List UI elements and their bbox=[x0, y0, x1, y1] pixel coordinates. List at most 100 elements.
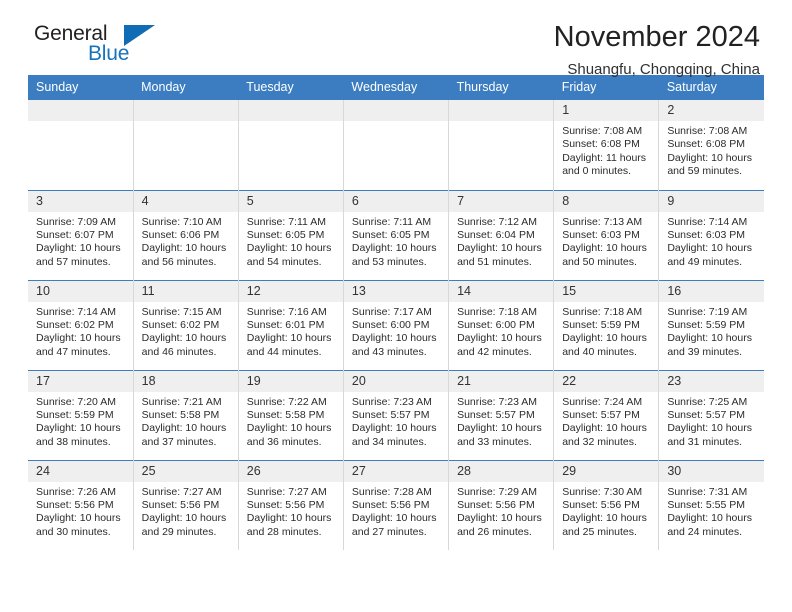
day-number: 10 bbox=[28, 280, 133, 302]
sunset-time: Sunset: 6:03 PM bbox=[667, 228, 745, 241]
sunset-time: Sunset: 5:58 PM bbox=[246, 408, 325, 421]
calendar-cell-day[interactable]: 15 Sunrise: 7:18 AM Sunset: 5:59 PM Dayligh… bbox=[553, 279, 660, 370]
calendar-cell-day[interactable]: 23 Sunrise: 7:25 AM Sunset: 5:57 PM Dayligh… bbox=[658, 369, 764, 460]
daylight-duration-line2: and 0 minutes. bbox=[562, 165, 632, 178]
general-blue-logo[interactable]: General Blue bbox=[28, 22, 168, 74]
day-number: 17 bbox=[28, 370, 133, 392]
calendar-cell-day[interactable]: 13 Sunrise: 7:17 AM Sunset: 6:00 PM Dayligh… bbox=[343, 279, 450, 370]
sunset-time: Sunset: 5:57 PM bbox=[351, 408, 430, 421]
calendar-cell-inner: 4 Sunrise: 7:10 AM Sunset: 6:06 PM Daylight… bbox=[133, 190, 238, 280]
daylight-duration-line1: Daylight: 10 hours bbox=[667, 512, 752, 525]
day-number: 6 bbox=[343, 190, 449, 212]
calendar-cell-day[interactable]: 29 Sunrise: 7:30 AM Sunset: 5:56 PM Dayligh… bbox=[553, 459, 660, 551]
day-number: 11 bbox=[133, 280, 238, 302]
day-details: Sunrise: 7:08 AM Sunset: 6:08 PM Daylight:… bbox=[659, 121, 764, 179]
daylight-duration-line2: and 40 minutes. bbox=[562, 345, 637, 358]
calendar-cell-day[interactable]: 18 Sunrise: 7:21 AM Sunset: 5:58 PM Dayligh… bbox=[133, 369, 239, 460]
calendar-cell-day[interactable]: 22 Sunrise: 7:24 AM Sunset: 5:57 PM Dayligh… bbox=[553, 369, 660, 460]
calendar-cell-day[interactable]: 21 Sunrise: 7:23 AM Sunset: 5:57 PM Dayligh… bbox=[448, 369, 555, 460]
calendar-cell-day[interactable]: 7 Sunrise: 7:12 AM Sunset: 6:04 PM Daylight… bbox=[448, 189, 555, 280]
day-number: 21 bbox=[449, 370, 554, 392]
calendar-cell-day[interactable]: 4 Sunrise: 7:10 AM Sunset: 6:06 PM Daylight… bbox=[133, 189, 239, 280]
sunset-time: Sunset: 5:58 PM bbox=[141, 408, 220, 421]
calendar-cell-inner: 29 Sunrise: 7:30 AM Sunset: 5:56 PM Dayligh… bbox=[554, 460, 659, 551]
calendar-cell-day[interactable]: 20 Sunrise: 7:23 AM Sunset: 5:57 PM Dayligh… bbox=[343, 369, 450, 460]
calendar-cell-day[interactable]: 1 Sunrise: 7:08 AM Sunset: 6:08 PM Daylight… bbox=[553, 100, 660, 190]
weekday-header-tuesday: Tuesday bbox=[238, 75, 344, 100]
sunrise-time: Sunrise: 7:10 AM bbox=[141, 215, 222, 228]
daylight-duration-line2: and 28 minutes. bbox=[246, 525, 322, 538]
daylight-duration-line1: Daylight: 10 hours bbox=[562, 332, 647, 345]
day-number: 12 bbox=[238, 280, 343, 302]
day-details: Sunrise: 7:26 AM Sunset: 5:56 PM Daylight:… bbox=[28, 482, 133, 540]
calendar-cell-inner: 24 Sunrise: 7:26 AM Sunset: 5:56 PM Dayligh… bbox=[28, 460, 133, 551]
calendar-cell-day[interactable]: 11 Sunrise: 7:15 AM Sunset: 6:02 PM Dayligh… bbox=[133, 279, 239, 370]
calendar-cell-day[interactable]: 10 Sunrise: 7:14 AM Sunset: 6:02 PM Dayligh… bbox=[28, 279, 134, 370]
sunset-time: Sunset: 5:57 PM bbox=[457, 408, 535, 421]
day-number: 1 bbox=[554, 100, 659, 121]
daylight-duration-line2: and 32 minutes. bbox=[562, 435, 637, 448]
day-details: Sunrise: 7:14 AM Sunset: 6:02 PM Daylight:… bbox=[28, 302, 133, 360]
calendar-cell-day[interactable]: 6 Sunrise: 7:11 AM Sunset: 6:05 PM Daylight… bbox=[343, 189, 450, 280]
daylight-duration-line2: and 49 minutes. bbox=[667, 255, 743, 268]
calendar-week-row: 3 Sunrise: 7:09 AM Sunset: 6:07 PM Daylight… bbox=[28, 189, 764, 280]
calendar-cell-day[interactable]: 16 Sunrise: 7:19 AM Sunset: 5:59 PM Dayligh… bbox=[658, 279, 764, 370]
calendar-cell-day[interactable]: 24 Sunrise: 7:26 AM Sunset: 5:56 PM Dayligh… bbox=[28, 459, 134, 551]
calendar-cell-empty bbox=[28, 100, 134, 190]
calendar-cell-day[interactable]: 8 Sunrise: 7:13 AM Sunset: 6:03 PM Daylight… bbox=[553, 189, 660, 280]
calendar-week-row: 1 Sunrise: 7:08 AM Sunset: 6:08 PM Daylight… bbox=[28, 100, 764, 190]
calendar-cell-day[interactable]: 14 Sunrise: 7:18 AM Sunset: 6:00 PM Dayligh… bbox=[448, 279, 555, 370]
day-details: Sunrise: 7:23 AM Sunset: 5:57 PM Daylight:… bbox=[449, 392, 553, 450]
calendar-cell-day[interactable]: 30 Sunrise: 7:31 AM Sunset: 5:55 PM Dayligh… bbox=[658, 459, 764, 550]
day-number: 8 bbox=[554, 190, 659, 212]
daylight-duration-line1: Daylight: 10 hours bbox=[351, 332, 437, 345]
calendar-cell-day[interactable]: 5 Sunrise: 7:11 AM Sunset: 6:05 PM Daylight… bbox=[238, 189, 344, 280]
calendar-cell-inner: 10 Sunrise: 7:14 AM Sunset: 6:02 PM Dayligh… bbox=[28, 280, 133, 370]
daylight-duration-line1: Daylight: 10 hours bbox=[36, 422, 121, 435]
sunrise-time: Sunrise: 7:17 AM bbox=[351, 305, 432, 318]
calendar-cell-day[interactable]: 26 Sunrise: 7:27 AM Sunset: 5:56 PM Dayligh… bbox=[238, 459, 344, 550]
calendar-cell-inner: 23 Sunrise: 7:25 AM Sunset: 5:57 PM Dayligh… bbox=[659, 370, 764, 460]
daylight-duration-line1: Daylight: 10 hours bbox=[141, 332, 227, 345]
calendar-cell-day[interactable]: 12 Sunrise: 7:16 AM Sunset: 6:01 PM Dayligh… bbox=[238, 279, 344, 370]
calendar-cell-day[interactable]: 3 Sunrise: 7:09 AM Sunset: 6:07 PM Daylight… bbox=[28, 189, 134, 280]
calendar-cell-inner: 3 Sunrise: 7:09 AM Sunset: 6:07 PM Daylight… bbox=[28, 190, 133, 280]
calendar-cell-day[interactable]: 17 Sunrise: 7:20 AM Sunset: 5:59 PM Dayligh… bbox=[28, 369, 134, 460]
daylight-duration-line1: Daylight: 10 hours bbox=[246, 512, 332, 525]
day-number: 15 bbox=[554, 280, 659, 302]
calendar-cell-day[interactable]: 27 Sunrise: 7:28 AM Sunset: 5:56 PM Dayligh… bbox=[343, 459, 450, 550]
calendar-cell-day[interactable]: 19 Sunrise: 7:22 AM Sunset: 5:58 PM Dayligh… bbox=[238, 369, 344, 460]
day-number: 29 bbox=[554, 460, 659, 482]
calendar-cell-day[interactable]: 25 Sunrise: 7:27 AM Sunset: 5:56 PM Dayligh… bbox=[133, 459, 239, 550]
calendar-cell-inner: 17 Sunrise: 7:20 AM Sunset: 5:59 PM Dayligh… bbox=[28, 370, 133, 460]
calendar-cell-day[interactable]: 28 Sunrise: 7:29 AM Sunset: 5:56 PM Dayligh… bbox=[448, 459, 555, 550]
calendar-cell-inner: 18 Sunrise: 7:21 AM Sunset: 5:58 PM Dayligh… bbox=[133, 370, 238, 460]
day-details: Sunrise: 7:13 AM Sunset: 6:03 PM Daylight:… bbox=[554, 212, 658, 270]
day-details: Sunrise: 7:11 AM Sunset: 6:05 PM Daylight:… bbox=[239, 212, 343, 270]
sunset-time: Sunset: 5:59 PM bbox=[36, 408, 114, 421]
calendar-cell-day[interactable]: 9 Sunrise: 7:14 AM Sunset: 6:03 PM Daylight… bbox=[658, 189, 764, 280]
sunset-time: Sunset: 5:59 PM bbox=[667, 318, 745, 331]
day-details: Sunrise: 7:24 AM Sunset: 5:57 PM Daylight:… bbox=[554, 392, 658, 450]
daylight-duration-line1: Daylight: 10 hours bbox=[36, 242, 121, 255]
sunrise-time: Sunrise: 7:23 AM bbox=[457, 395, 538, 408]
daylight-duration-line1: Daylight: 10 hours bbox=[141, 512, 227, 525]
day-number: 26 bbox=[238, 460, 343, 482]
day-details: Sunrise: 7:28 AM Sunset: 5:56 PM Daylight:… bbox=[344, 482, 448, 540]
daylight-duration-line2: and 46 minutes. bbox=[141, 345, 217, 358]
day-number bbox=[343, 100, 449, 121]
day-details: Sunrise: 7:25 AM Sunset: 5:57 PM Daylight:… bbox=[659, 392, 764, 450]
day-number bbox=[449, 100, 554, 121]
sunset-time: Sunset: 6:00 PM bbox=[457, 318, 535, 331]
sunset-time: Sunset: 6:01 PM bbox=[246, 318, 325, 331]
calendar-cell-inner: 13 Sunrise: 7:17 AM Sunset: 6:00 PM Dayligh… bbox=[343, 280, 449, 370]
calendar-cell-inner: 14 Sunrise: 7:18 AM Sunset: 6:00 PM Dayligh… bbox=[449, 280, 554, 370]
day-details: Sunrise: 7:15 AM Sunset: 6:02 PM Daylight:… bbox=[134, 302, 238, 360]
calendar-cell-day[interactable]: 2 Sunrise: 7:08 AM Sunset: 6:08 PM Daylight… bbox=[659, 100, 764, 190]
sunrise-time: Sunrise: 7:12 AM bbox=[457, 215, 538, 228]
daylight-duration-line1: Daylight: 10 hours bbox=[36, 512, 121, 525]
sunset-time: Sunset: 5:57 PM bbox=[562, 408, 640, 421]
day-number: 16 bbox=[659, 280, 764, 302]
day-details: Sunrise: 7:30 AM Sunset: 5:56 PM Daylight:… bbox=[554, 482, 658, 540]
page-title: November 2024 bbox=[553, 21, 760, 53]
